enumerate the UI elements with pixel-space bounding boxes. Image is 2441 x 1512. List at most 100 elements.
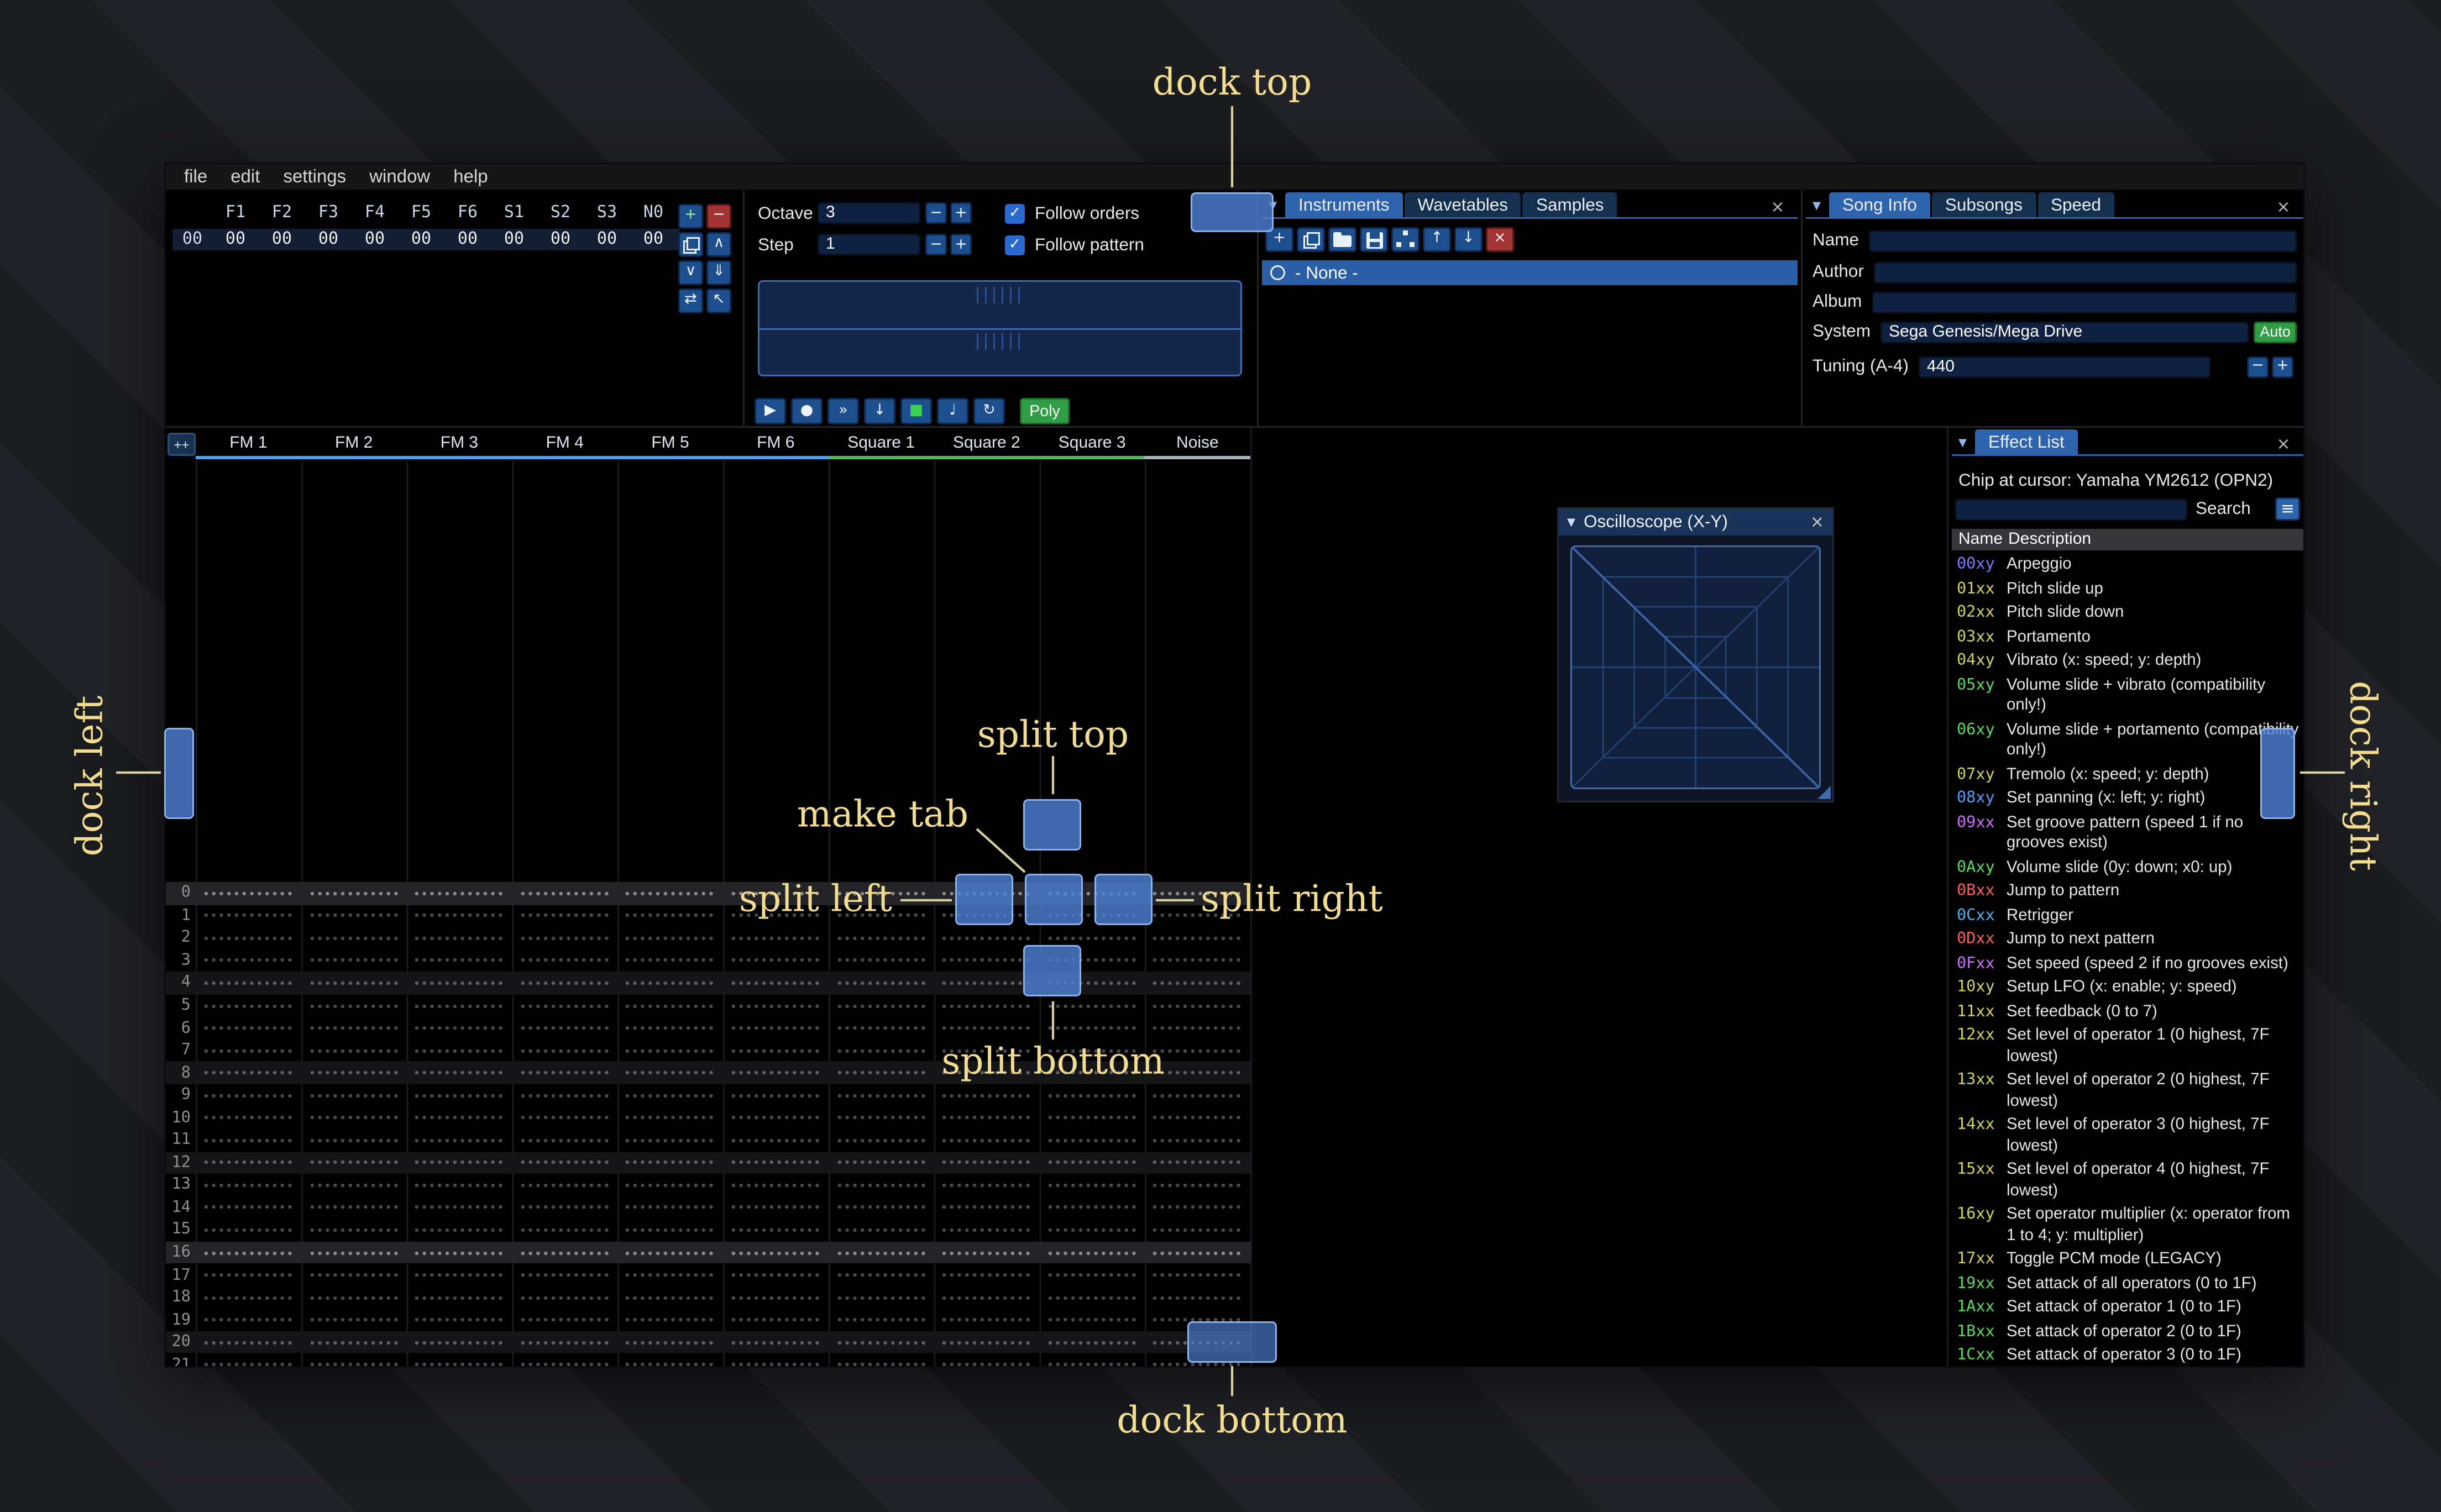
- pattern-cell[interactable]: [723, 927, 829, 949]
- pattern-cell[interactable]: [617, 1353, 723, 1366]
- orders-cell[interactable]: 00: [630, 230, 677, 249]
- orders-move-down-button[interactable]: ∨: [678, 260, 703, 285]
- instrument-list-item[interactable]: - None -: [1262, 260, 1798, 285]
- pattern-cell[interactable]: [407, 1331, 512, 1354]
- dock-bottom-target[interactable]: [1187, 1321, 1277, 1363]
- tab-samples[interactable]: Samples: [1522, 192, 1617, 217]
- pattern-cell[interactable]: [407, 1062, 512, 1084]
- pattern-cell[interactable]: [829, 1039, 934, 1062]
- pattern-cell[interactable]: [301, 1219, 407, 1242]
- effect-row[interactable]: 09xx Set groove pattern (speed 1 if no gr…: [1952, 812, 2303, 857]
- play-once-button[interactable]: »: [827, 398, 859, 424]
- pattern-cell[interactable]: [617, 972, 723, 995]
- pattern-cell[interactable]: [1145, 1017, 1250, 1040]
- orders-cell[interactable]: 00: [444, 230, 491, 249]
- channel-header-square-2[interactable]: Square 2: [934, 431, 1040, 459]
- pattern-row[interactable]: 0: [166, 882, 1250, 905]
- pattern-cell[interactable]: [723, 1196, 829, 1219]
- instrument-toggle-folders-button[interactable]: [1391, 227, 1419, 252]
- pattern-cell[interactable]: [1039, 1287, 1145, 1309]
- effect-row[interactable]: 1Cxx Set attack of operator 3 (0 to 1F): [1952, 1345, 2303, 1366]
- pattern-cell[interactable]: [617, 1196, 723, 1219]
- oscilloscope-window[interactable]: ▼ Oscilloscope (X-Y) ×: [1557, 507, 1834, 802]
- pattern-cell[interactable]: [723, 949, 829, 972]
- octave-input[interactable]: 3: [818, 202, 920, 224]
- split-bottom-target[interactable]: [1023, 945, 1081, 996]
- pattern-cell[interactable]: [407, 1084, 512, 1107]
- step-one-row-button[interactable]: ↓: [864, 398, 895, 424]
- pattern-cell[interactable]: [1039, 1219, 1145, 1242]
- split-right-target[interactable]: [1094, 874, 1153, 925]
- pattern-cell[interactable]: [829, 994, 934, 1017]
- pattern-cell[interactable]: [617, 1084, 723, 1107]
- pattern-cell[interactable]: [407, 1219, 512, 1242]
- pattern-cell[interactable]: [301, 1106, 407, 1129]
- pattern-cell[interactable]: [301, 1152, 407, 1174]
- pattern-cell[interactable]: [829, 1264, 934, 1287]
- effect-row[interactable]: 12xx Set level of operator 1 (0 highest, …: [1952, 1025, 2303, 1069]
- pattern-cell[interactable]: [301, 972, 407, 995]
- pattern-cell[interactable]: [1039, 1152, 1145, 1174]
- channel-header-fm-3[interactable]: FM 3: [406, 431, 512, 459]
- pattern-cell[interactable]: [301, 949, 407, 972]
- pattern-expand-button[interactable]: ++: [167, 433, 196, 456]
- effect-row[interactable]: 19xx Set attack of all operators (0 to 1F…: [1952, 1273, 2303, 1297]
- effect-list-menu-button[interactable]: ≡: [2275, 497, 2300, 521]
- orders-order-edit-mode-button[interactable]: ↖: [706, 288, 731, 313]
- pattern-row[interactable]: 3: [166, 949, 1250, 972]
- pattern-cell[interactable]: [723, 1241, 829, 1264]
- close-icon[interactable]: ×: [1810, 513, 1824, 532]
- pattern-cell[interactable]: [723, 1152, 829, 1174]
- pattern-cell[interactable]: [723, 1174, 829, 1196]
- pattern-cell[interactable]: [617, 1039, 723, 1062]
- pattern-row[interactable]: 12: [166, 1151, 1250, 1174]
- pattern-cell[interactable]: [407, 1196, 512, 1219]
- orders-cell[interactable]: 00: [212, 230, 259, 249]
- pattern-cell[interactable]: [1039, 1264, 1145, 1287]
- pattern-cell[interactable]: [512, 1106, 617, 1129]
- pattern-cell[interactable]: [196, 927, 301, 949]
- menu-item-edit[interactable]: edit: [219, 167, 271, 187]
- pattern-cell[interactable]: [829, 1129, 934, 1152]
- channel-header-fm-4[interactable]: FM 4: [512, 431, 618, 459]
- pattern-cell[interactable]: [512, 1084, 617, 1107]
- pattern-cell[interactable]: [829, 927, 934, 949]
- pattern-cell[interactable]: [196, 1196, 301, 1219]
- pattern-cell[interactable]: [407, 927, 512, 949]
- pattern-cell[interactable]: [301, 882, 407, 905]
- pattern-row[interactable]: 20: [166, 1331, 1250, 1354]
- effect-row[interactable]: 05xy Volume slide + vibrato (compatibilit…: [1952, 674, 2303, 719]
- pattern-cell[interactable]: [1145, 1174, 1250, 1196]
- pattern-cell[interactable]: [1145, 1106, 1250, 1129]
- pattern-row[interactable]: 18: [166, 1287, 1250, 1309]
- pattern-cell[interactable]: [1145, 1287, 1250, 1309]
- pattern-cell[interactable]: [196, 1106, 301, 1129]
- pattern-cell[interactable]: [301, 1129, 407, 1152]
- pattern-cell[interactable]: [196, 972, 301, 995]
- effect-row[interactable]: 0Dxx Jump to next pattern: [1952, 928, 2303, 953]
- pattern-cell[interactable]: [196, 1174, 301, 1196]
- pattern-cell[interactable]: [196, 905, 301, 927]
- song-info-collapse-arrow-icon[interactable]: ▼: [1806, 194, 1827, 217]
- channel-header-fm-2[interactable]: FM 2: [301, 431, 407, 459]
- pattern-cell[interactable]: [407, 949, 512, 972]
- pattern-cell[interactable]: [617, 905, 723, 927]
- pattern-cell[interactable]: [829, 1174, 934, 1196]
- pattern-cell[interactable]: [617, 1129, 723, 1152]
- pattern-cell[interactable]: [301, 1241, 407, 1264]
- pattern-cell[interactable]: [617, 1309, 723, 1331]
- pattern-cell[interactable]: [617, 927, 723, 949]
- pattern-cell[interactable]: [512, 1174, 617, 1196]
- instrument-delete-button[interactable]: ×: [1486, 227, 1514, 252]
- instrument-move-up-button[interactable]: ↑: [1423, 227, 1451, 252]
- pattern-cell[interactable]: [196, 1309, 301, 1331]
- pattern-cell[interactable]: [196, 1264, 301, 1287]
- pattern-cell[interactable]: [301, 1039, 407, 1062]
- channel-header-noise[interactable]: Noise: [1145, 431, 1250, 459]
- pattern-cell[interactable]: [934, 927, 1039, 949]
- step-input[interactable]: 1: [818, 234, 920, 255]
- pattern-cell[interactable]: [1145, 972, 1250, 995]
- pattern-cell[interactable]: [829, 1196, 934, 1219]
- pattern-cell[interactable]: [1039, 1084, 1145, 1107]
- pattern-cell[interactable]: [934, 1196, 1039, 1219]
